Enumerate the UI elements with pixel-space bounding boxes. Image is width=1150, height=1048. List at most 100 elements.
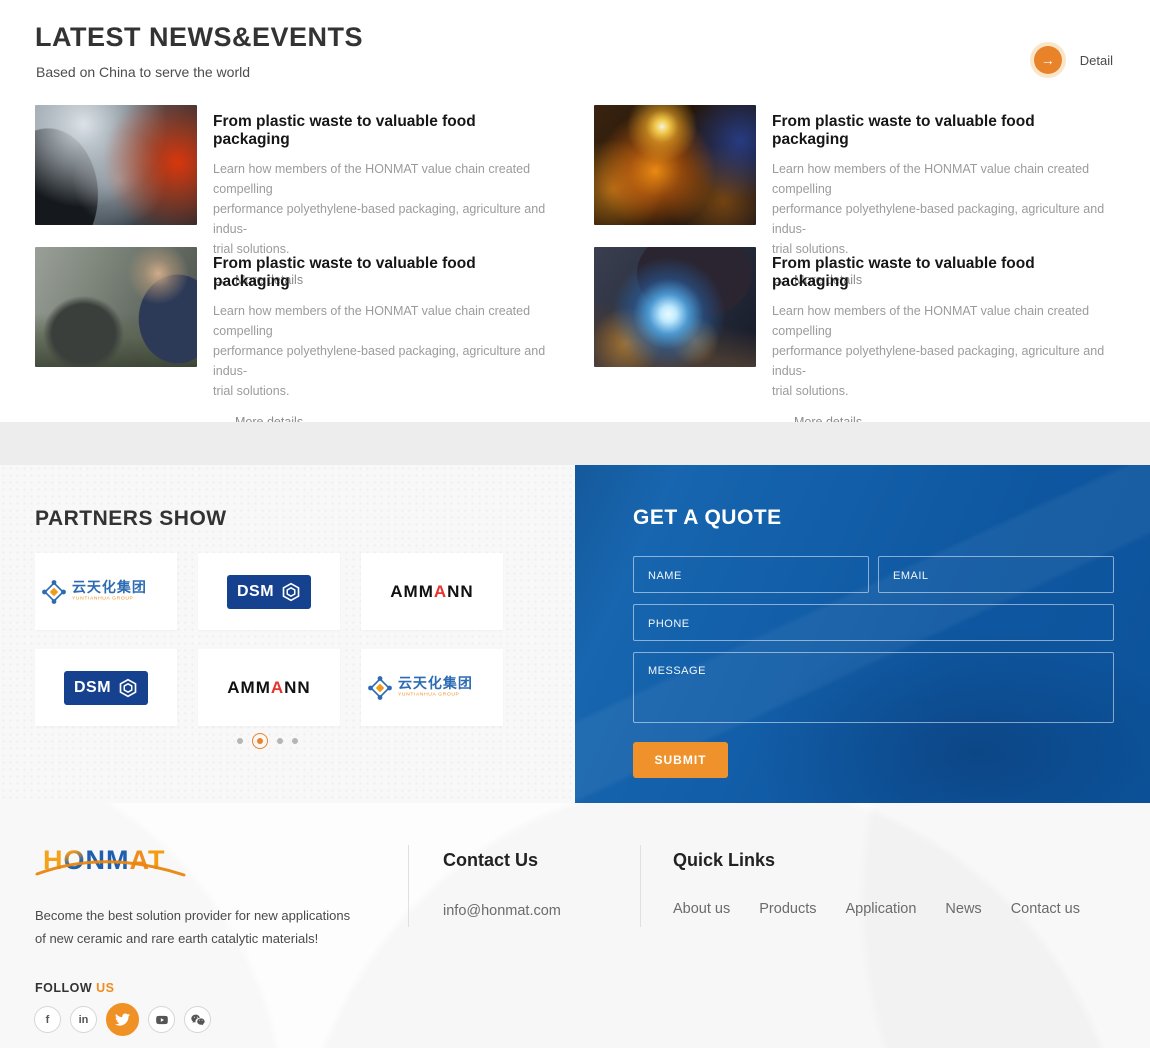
link-contact-us[interactable]: Contact us bbox=[1011, 901, 1080, 917]
quick-links-column: Quick Links About us Products Applicatio… bbox=[673, 850, 1080, 917]
partner-card-yuntianhua[interactable]: 云天化集团 YUNTIANHUA GROUP bbox=[35, 553, 177, 630]
quote-title: GET A QUOTE bbox=[633, 506, 1114, 530]
partner-card-ammann[interactable]: AMMANN bbox=[361, 553, 503, 630]
ammann-logo-black2: NN bbox=[284, 678, 311, 697]
social-icons-row: f in bbox=[34, 1003, 211, 1036]
news-card[interactable]: From plastic waste to valuable food pack… bbox=[35, 247, 556, 367]
section-divider-band bbox=[0, 422, 1150, 465]
news-card[interactable]: From plastic waste to valuable food pack… bbox=[594, 105, 1115, 225]
ammann-logo-red: A bbox=[434, 582, 447, 601]
partners-section: PARTNERS SHOW 云天化集团 bbox=[0, 465, 575, 803]
yuntianhua-logo-icon bbox=[367, 675, 393, 701]
news-card-body: From plastic waste to valuable food pack… bbox=[772, 247, 1115, 367]
news-card-body: From plastic waste to valuable food pack… bbox=[213, 247, 556, 367]
yuntianhua-logo-en: YUNTIANHUA GROUP bbox=[72, 596, 133, 601]
dsm-hexagon-icon bbox=[281, 582, 301, 602]
link-about-us[interactable]: About us bbox=[673, 901, 730, 917]
mid-section: PARTNERS SHOW 云天化集团 bbox=[0, 465, 1150, 803]
dsm-logo: DSM bbox=[64, 671, 148, 705]
follow-word: FOLLOW bbox=[35, 981, 92, 995]
dsm-logo-text: DSM bbox=[237, 583, 274, 601]
news-card-body: From plastic waste to valuable food pack… bbox=[213, 105, 556, 225]
carousel-dot[interactable] bbox=[292, 738, 298, 744]
footer-divider bbox=[408, 845, 409, 927]
dsm-logo-text: DSM bbox=[74, 679, 111, 697]
youtube-icon[interactable] bbox=[148, 1006, 175, 1033]
partner-card-ammann[interactable]: AMMANN bbox=[198, 649, 340, 726]
quick-links-row: About us Products Application News Conta… bbox=[673, 901, 1080, 917]
news-section: LATEST NEWS&EVENTS Based on China to ser… bbox=[0, 0, 1150, 422]
news-card-description: Learn how members of the HONMAT value ch… bbox=[772, 159, 1115, 259]
submit-button[interactable]: SUBMIT bbox=[633, 742, 728, 778]
yuntianhua-logo: 云天化集团 YUNTIANHUA GROUP bbox=[41, 579, 171, 605]
phone-input[interactable] bbox=[633, 604, 1114, 641]
arrow-right-icon[interactable]: → bbox=[1034, 46, 1062, 74]
message-textarea[interactable] bbox=[633, 652, 1114, 723]
news-card-title: From plastic waste to valuable food pack… bbox=[213, 113, 556, 149]
contact-column: Contact Us info@honmat.com bbox=[443, 850, 561, 919]
facebook-icon[interactable]: f bbox=[34, 1006, 61, 1033]
honmat-logo[interactable]: HONMAT bbox=[35, 843, 185, 883]
quick-links-heading: Quick Links bbox=[673, 850, 1080, 871]
ammann-logo: AMMANN bbox=[390, 582, 473, 602]
us-word: US bbox=[96, 981, 114, 995]
welding-sparks-photo bbox=[594, 247, 756, 367]
dsm-hexagon-icon bbox=[118, 678, 138, 698]
name-input[interactable] bbox=[633, 556, 869, 593]
contact-heading: Contact Us bbox=[443, 850, 561, 871]
carousel-dot[interactable] bbox=[237, 738, 243, 744]
quote-row bbox=[633, 556, 1114, 593]
carousel-dot[interactable] bbox=[277, 738, 283, 744]
molten-metal-foundry-photo bbox=[594, 105, 756, 225]
partners-title: PARTNERS SHOW bbox=[35, 507, 227, 531]
carousel-dots bbox=[0, 733, 535, 749]
news-card[interactable]: From plastic waste to valuable food pack… bbox=[594, 247, 1115, 367]
email-input[interactable] bbox=[878, 556, 1114, 593]
footer-divider bbox=[640, 845, 641, 927]
news-card[interactable]: From plastic waste to valuable food pack… bbox=[35, 105, 556, 225]
partners-grid: 云天化集团 YUNTIANHUA GROUP DSM AMMANN bbox=[35, 553, 503, 726]
link-products[interactable]: Products bbox=[759, 901, 816, 917]
news-card-body: From plastic waste to valuable food pack… bbox=[772, 105, 1115, 225]
section-title: LATEST NEWS&EVENTS bbox=[35, 22, 363, 53]
tire-smoke-photo bbox=[35, 105, 197, 225]
footer: HONMAT Become the best solution provider… bbox=[0, 803, 1150, 1048]
contact-email[interactable]: info@honmat.com bbox=[443, 903, 561, 919]
ammann-logo: AMMANN bbox=[227, 678, 310, 698]
wechat-icon[interactable] bbox=[184, 1006, 211, 1033]
twitter-icon[interactable] bbox=[106, 1003, 139, 1036]
news-card-title: From plastic waste to valuable food pack… bbox=[772, 113, 1115, 149]
section-subtitle: Based on China to serve the world bbox=[36, 64, 250, 80]
news-card-title: From plastic waste to valuable food pack… bbox=[213, 255, 556, 291]
news-grid: From plastic waste to valuable food pack… bbox=[35, 105, 1115, 367]
partner-card-yuntianhua[interactable]: 云天化集团 YUNTIANHUA GROUP bbox=[361, 649, 503, 726]
machinist-lathe-photo bbox=[35, 247, 197, 367]
detail-button[interactable]: → Detail bbox=[1030, 42, 1113, 78]
honmat-logo-swoosh-icon bbox=[35, 843, 187, 885]
detail-button-halo: → bbox=[1030, 42, 1066, 78]
detail-button-label: Detail bbox=[1080, 53, 1113, 68]
news-card-description: Learn how members of the HONMAT value ch… bbox=[772, 301, 1115, 401]
linkedin-icon[interactable]: in bbox=[70, 1006, 97, 1033]
yuntianhua-logo-cn: 云天化集团 bbox=[398, 676, 497, 690]
quote-form: GET A QUOTE SUBMIT bbox=[633, 465, 1114, 778]
link-application[interactable]: Application bbox=[845, 901, 916, 917]
ammann-logo-black1: AMM bbox=[227, 678, 271, 697]
partner-card-dsm[interactable]: DSM bbox=[35, 649, 177, 726]
ammann-logo-red: A bbox=[271, 678, 284, 697]
yuntianhua-logo-icon bbox=[41, 579, 67, 605]
link-news[interactable]: News bbox=[945, 901, 981, 917]
yuntianhua-logo-cn: 云天化集团 bbox=[72, 580, 171, 594]
yuntianhua-logo-en: YUNTIANHUA GROUP bbox=[398, 692, 459, 697]
quote-panel: GET A QUOTE SUBMIT bbox=[575, 465, 1150, 803]
yuntianhua-logo: 云天化集团 YUNTIANHUA GROUP bbox=[367, 675, 497, 701]
news-card-title: From plastic waste to valuable food pack… bbox=[772, 255, 1115, 291]
footer-tagline: Become the best solution provider for ne… bbox=[35, 905, 350, 951]
ammann-logo-black2: NN bbox=[447, 582, 474, 601]
ammann-logo-black1: AMM bbox=[390, 582, 434, 601]
news-card-description: Learn how members of the HONMAT value ch… bbox=[213, 159, 556, 259]
partner-card-dsm[interactable]: DSM bbox=[198, 553, 340, 630]
news-card-description: Learn how members of the HONMAT value ch… bbox=[213, 301, 556, 401]
carousel-dot-active[interactable] bbox=[252, 733, 268, 749]
dsm-logo: DSM bbox=[227, 575, 311, 609]
